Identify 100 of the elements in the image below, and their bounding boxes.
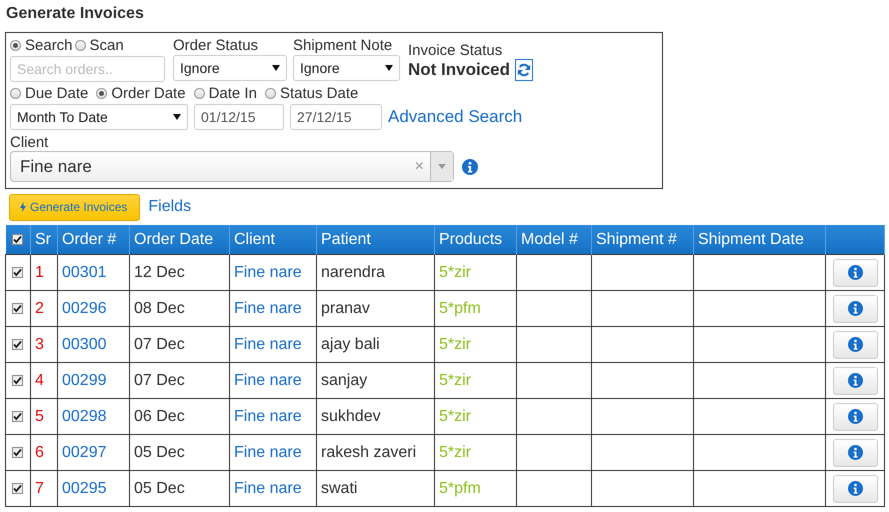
radio-label: Search [25, 37, 73, 54]
radio-label: Scan [90, 37, 124, 54]
table-cell: sanjay [316, 362, 434, 398]
column-header: Shipment Date [694, 225, 826, 254]
radio-button[interactable] [10, 88, 21, 99]
caret-icon [173, 114, 181, 120]
info-button[interactable] [832, 366, 878, 394]
generate-invoices-button[interactable]: Generate Invoices [9, 194, 140, 220]
lightning-icon [20, 202, 26, 212]
info-button[interactable] [832, 294, 878, 322]
date-field[interactable]: 01/12/15 [194, 104, 284, 130]
table-cell: 07 Dec [130, 326, 230, 362]
table-cell: 05 Dec [130, 434, 230, 470]
radio-button[interactable] [96, 88, 108, 99]
table-cell: 6 [30, 434, 58, 470]
radio-label: Status Date [280, 85, 358, 102]
radio-button[interactable] [194, 88, 205, 99]
table-cell: 5*zir [434, 254, 516, 290]
info-button[interactable] [832, 438, 878, 466]
checkbox[interactable] [12, 302, 23, 314]
column-header: Order # [58, 225, 130, 254]
client-link[interactable]: Fine nare [230, 254, 316, 290]
table-cell: 7 [30, 470, 58, 506]
table-cell: swati [316, 470, 434, 506]
status-value: Not Invoiced [408, 60, 510, 80]
info-button[interactable] [832, 474, 878, 502]
column-header: Client [230, 225, 316, 254]
table-cell: 05 Dec [130, 470, 230, 506]
checkbox[interactable] [12, 234, 22, 245]
advanced-search-link[interactable]: Advanced Search [388, 107, 522, 127]
column-header: Sr [30, 225, 58, 254]
column-header: Shipment # [592, 225, 694, 254]
table-cell: 3 [30, 326, 58, 362]
table-cell: 5*zir [434, 326, 516, 362]
client-link[interactable]: Fine nare [230, 398, 316, 434]
checkbox[interactable] [12, 374, 23, 386]
date-range-dropdown[interactable]: Month To Date [10, 104, 188, 130]
checkbox[interactable] [12, 482, 23, 494]
caret-icon [438, 164, 446, 169]
order-link[interactable]: 00301 [58, 254, 130, 290]
column-header: Model # [516, 225, 592, 254]
checkbox[interactable] [12, 410, 23, 422]
table-cell: 2 [30, 290, 58, 326]
order-status-dropdown[interactable]: Ignore [173, 55, 287, 81]
client-link[interactable]: Fine nare [230, 290, 316, 326]
table-cell: narendra [316, 254, 434, 290]
table-cell: 5*zir [434, 434, 516, 470]
shipment-note-dropdown[interactable]: Ignore [293, 55, 400, 81]
table-cell: 1 [30, 254, 58, 290]
field-label: Client [10, 134, 48, 151]
order-link[interactable]: 00296 [58, 290, 130, 326]
search-field[interactable]: Search orders.. [10, 56, 165, 82]
fields-link[interactable]: Fields [148, 198, 192, 216]
order-link[interactable]: 00299 [58, 362, 130, 398]
info-button[interactable] [832, 402, 878, 430]
table-cell: 5*pfm [434, 290, 516, 326]
table-cell: 07 Dec [130, 362, 230, 398]
info-icon [848, 481, 862, 496]
info-icon [848, 301, 862, 316]
radio-button[interactable] [10, 40, 21, 51]
info-icon [462, 158, 478, 174]
radio-label: Due Date [25, 85, 88, 102]
radio-button[interactable] [74, 40, 86, 51]
column-header: Products [434, 225, 516, 254]
table-cell: 12 Dec [130, 254, 230, 290]
client-link[interactable]: Fine nare [230, 326, 316, 362]
table-cell: 5*zir [434, 398, 516, 434]
info-button[interactable] [832, 258, 878, 286]
caret-icon [272, 65, 280, 71]
order-link[interactable]: 00295 [58, 470, 130, 506]
table-cell: 06 Dec [130, 398, 230, 434]
info-button[interactable] [832, 330, 878, 358]
table-cell: ajay bali [316, 326, 434, 362]
checkbox[interactable] [12, 266, 23, 278]
info-icon [848, 337, 862, 352]
radio-button[interactable] [264, 88, 276, 99]
column-header: Patient [316, 225, 434, 254]
order-link[interactable]: 00297 [58, 434, 130, 470]
radio-label: Date In [208, 85, 257, 102]
info-icon [848, 445, 862, 460]
info-icon [848, 373, 862, 388]
info-icon [848, 409, 862, 424]
radio-label: Order Date [111, 85, 186, 102]
page-title: Generate Invoices [6, 5, 144, 23]
table-cell: rakesh zaveri [316, 434, 434, 470]
client-link[interactable]: Fine nare [230, 362, 316, 398]
order-link[interactable]: 00298 [58, 398, 130, 434]
checkbox[interactable] [12, 446, 23, 458]
refresh-icon[interactable] [515, 59, 534, 81]
table-cell: 5*zir [434, 362, 516, 398]
table-cell: 5*pfm [434, 470, 516, 506]
field-label: Shipment Note [293, 37, 394, 54]
table-cell: 5 [30, 398, 58, 434]
order-link[interactable]: 00300 [58, 326, 130, 362]
client-link[interactable]: Fine nare [230, 434, 316, 470]
client-link[interactable]: Fine nare [230, 470, 316, 506]
date-field[interactable]: 27/12/15 [290, 104, 382, 130]
checkbox[interactable] [12, 338, 23, 350]
table-cell: 08 Dec [130, 290, 230, 326]
client-dropdown[interactable]: Fine nare × [10, 151, 454, 182]
